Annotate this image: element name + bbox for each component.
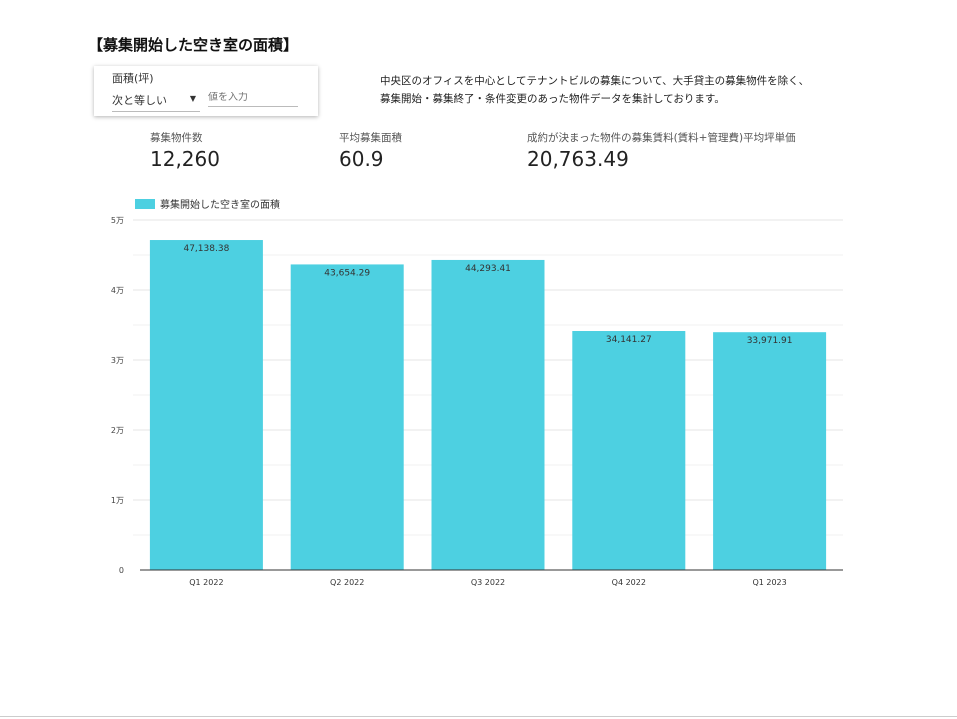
bar bbox=[713, 332, 827, 570]
data-label: 33,971.91 bbox=[747, 336, 793, 346]
bar bbox=[149, 240, 263, 570]
y-tick-label: 2万 bbox=[111, 426, 124, 435]
y-tick-label: 0 bbox=[119, 566, 124, 575]
data-label: 47,138.38 bbox=[183, 244, 229, 254]
y-tick-label: 1万 bbox=[111, 496, 124, 505]
bar bbox=[431, 259, 545, 570]
y-tick-label: 3万 bbox=[111, 356, 124, 365]
divider bbox=[0, 716, 957, 717]
y-tick-label: 4万 bbox=[111, 286, 124, 295]
data-label: 44,293.41 bbox=[465, 264, 511, 274]
x-tick-label: Q1 2022 bbox=[189, 578, 223, 587]
x-tick-label: Q3 2022 bbox=[471, 578, 505, 587]
bar-chart: 0 1万 2万 3万 4万 5万 47,138.38 Q1 2022 43,654.29 Q2 2… bbox=[111, 216, 843, 587]
y-tick-label: 5万 bbox=[111, 216, 124, 225]
data-label: 43,654.29 bbox=[324, 268, 370, 278]
x-tick-label: Q4 2022 bbox=[612, 578, 646, 587]
x-tick-label: Q2 2022 bbox=[330, 578, 364, 587]
bar bbox=[572, 331, 686, 570]
data-label: 34,141.27 bbox=[606, 335, 652, 345]
bar bbox=[290, 264, 404, 570]
x-tick-label: Q1 2023 bbox=[752, 578, 786, 587]
